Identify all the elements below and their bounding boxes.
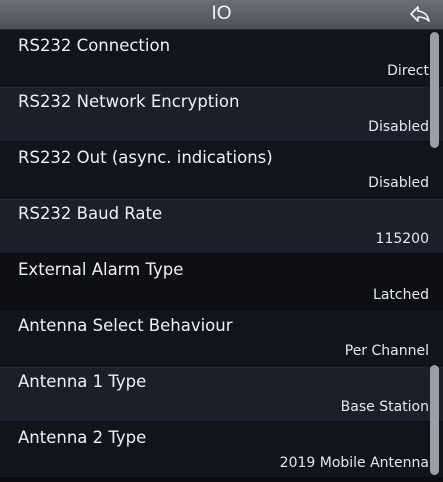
item-value: Per Channel <box>344 343 429 359</box>
scrollbar-thumb-bottom[interactable] <box>430 365 439 475</box>
item-label: Antenna 2 Type <box>18 428 147 447</box>
item-value: Latched <box>373 287 429 303</box>
item-label: RS232 Baud Rate <box>18 204 163 223</box>
list-item-rs232-out[interactable]: RS232 Out (async. indications) Disabled <box>0 142 443 198</box>
list-item-antenna-1-type[interactable]: Antenna 1 Type Base Station <box>0 366 443 422</box>
list-item-rs232-network-encryption[interactable]: RS232 Network Encryption Disabled <box>0 86 443 142</box>
page-title: IO <box>211 3 232 24</box>
list-item-antenna-2-type[interactable]: Antenna 2 Type 2019 Mobile Antenna <box>0 422 443 478</box>
item-value: Disabled <box>368 175 429 191</box>
list-item-rs232-connection[interactable]: RS232 Connection Direct <box>0 30 443 86</box>
item-label: RS232 Network Encryption <box>18 92 240 111</box>
item-value: 115200 <box>375 231 429 247</box>
item-value: Base Station <box>340 399 429 415</box>
item-label: Antenna 1 Type <box>18 372 147 391</box>
item-label: Antenna Select Behaviour <box>18 316 233 335</box>
item-value: Disabled <box>368 119 429 135</box>
title-bar: IO <box>0 0 443 30</box>
item-label: RS232 Out (async. indications) <box>18 148 273 167</box>
item-label: RS232 Connection <box>18 36 171 55</box>
item-value: 2019 Mobile Antenna <box>279 455 429 471</box>
list-item-antenna-select-behaviour[interactable]: Antenna Select Behaviour Per Channel <box>0 310 443 366</box>
scrollbar-thumb-top[interactable] <box>430 32 439 148</box>
item-value: Direct <box>387 63 429 79</box>
list-item-external-alarm-type[interactable]: External Alarm Type Latched <box>0 254 443 310</box>
list-item-rs232-baud-rate[interactable]: RS232 Baud Rate 115200 <box>0 198 443 254</box>
back-arrow-icon[interactable] <box>409 5 431 23</box>
item-label: External Alarm Type <box>18 260 184 279</box>
settings-list: RS232 Connection Direct RS232 Network En… <box>0 30 443 478</box>
